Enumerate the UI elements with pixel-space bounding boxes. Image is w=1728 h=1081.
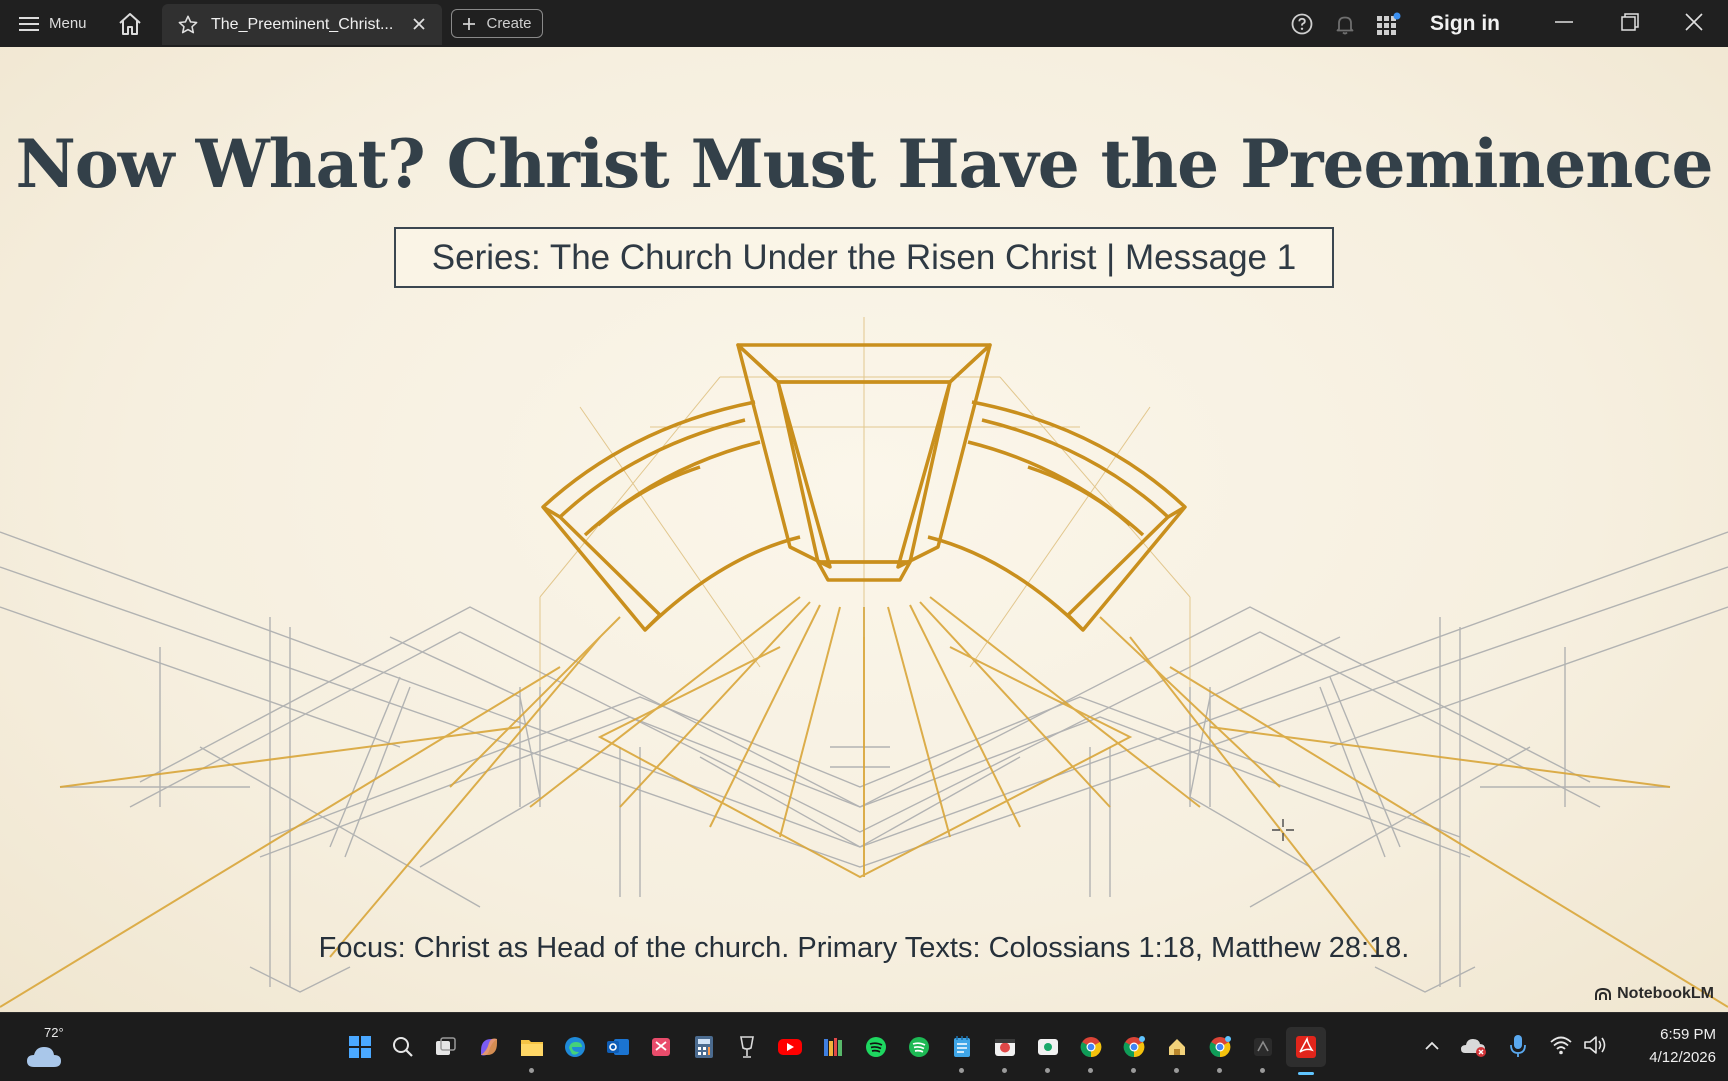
crosshair-cursor-icon: [1272, 819, 1294, 841]
folder-icon: [521, 1040, 543, 1056]
menu-label: Menu: [49, 15, 87, 32]
library-app[interactable]: [813, 1027, 853, 1067]
spotify-icon: [866, 1037, 886, 1057]
presentation-slide: Now What? Christ Must Have the Preeminen…: [0, 47, 1728, 1012]
create-button[interactable]: Create: [451, 9, 543, 38]
chrome-app[interactable]: [1071, 1027, 1111, 1073]
clock[interactable]: 6:59 PM 4/12/2026: [1610, 1023, 1716, 1069]
microphone-icon[interactable]: [1508, 1033, 1528, 1059]
files-app[interactable]: [1157, 1027, 1197, 1073]
calculator-app[interactable]: [684, 1027, 724, 1067]
brand-label: NotebookLM: [1617, 985, 1714, 1002]
chevron-up-icon[interactable]: [1421, 1035, 1443, 1057]
task-view[interactable]: [426, 1027, 466, 1067]
spotify-alt-app[interactable]: [899, 1027, 939, 1067]
running-indicator: [1045, 1068, 1050, 1073]
youtube-app[interactable]: [770, 1027, 810, 1067]
wifi-icon[interactable]: [1549, 1033, 1573, 1057]
chrome-alt-app[interactable]: [1200, 1027, 1240, 1073]
volume-icon[interactable]: [1582, 1033, 1608, 1057]
minimize-icon[interactable]: [1552, 10, 1576, 34]
title-bar: Menu The_Preeminent_Christ... Create Sig…: [0, 0, 1728, 47]
running-indicator: [1217, 1068, 1222, 1073]
windows-start-icon: [349, 1036, 371, 1058]
edge-icon: [565, 1037, 585, 1057]
cloud-icon: [27, 1047, 61, 1067]
notifications-button[interactable]: [1333, 0, 1357, 47]
dark-app[interactable]: [1243, 1027, 1283, 1073]
close-tab-icon[interactable]: [410, 15, 428, 33]
notebooklm-watermark: NotebookLM: [1594, 985, 1714, 1003]
notebooklm-logo-icon: [1595, 987, 1612, 1000]
star-icon[interactable]: [177, 14, 199, 36]
windows-taskbar: 72° 6:59 PM 4/12/2026: [0, 1012, 1728, 1081]
apps-grid-icon: [1377, 12, 1401, 35]
running-indicator: [959, 1068, 964, 1073]
running-indicator: [1002, 1068, 1007, 1073]
books-icon: [824, 1038, 842, 1056]
sign-in-button[interactable]: Sign in: [1430, 0, 1500, 47]
taskbar-search[interactable]: [383, 1027, 423, 1067]
house-app-icon: [1169, 1039, 1185, 1055]
bell-icon: [1336, 16, 1354, 34]
running-indicator: [1260, 1068, 1265, 1073]
weather-widget[interactable]: 72°: [22, 1025, 82, 1075]
notepad-icon: [954, 1036, 970, 1057]
create-label: Create: [486, 15, 532, 32]
glass-app[interactable]: [727, 1027, 767, 1067]
copilot-app[interactable]: [469, 1027, 509, 1067]
help-icon: [1291, 13, 1313, 34]
glass-icon: [740, 1036, 754, 1058]
document-tab[interactable]: The_Preeminent_Christ...: [162, 4, 442, 45]
menu-button[interactable]: Menu: [19, 7, 87, 41]
app-window-icon: [1038, 1039, 1058, 1055]
search-icon: [393, 1037, 413, 1057]
outlook-app[interactable]: [598, 1027, 638, 1067]
tab-title: The_Preeminent_Christ...: [211, 15, 394, 33]
restore-icon[interactable]: [1618, 10, 1642, 34]
running-indicator: [529, 1068, 534, 1073]
chrome-icon: [1080, 1037, 1102, 1058]
acrobat-app[interactable]: [1286, 1027, 1326, 1075]
notepad-app[interactable]: [942, 1027, 982, 1073]
file-explorer-app[interactable]: [512, 1027, 552, 1073]
camera-app[interactable]: [985, 1027, 1025, 1073]
slide-title: Now What? Christ Must Have the Preeminen…: [15, 125, 1713, 203]
help-button[interactable]: [1290, 0, 1314, 47]
music-app-icon: [909, 1037, 929, 1057]
chrome-profile-icon: [1123, 1036, 1145, 1058]
app-icon: [1254, 1038, 1272, 1056]
acrobat-icon: [1296, 1036, 1316, 1058]
outlook-icon: [607, 1039, 629, 1055]
clock-time: 6:59 PM: [1660, 1026, 1716, 1043]
running-indicator: [1131, 1068, 1136, 1073]
clock-date: 4/12/2026: [1649, 1049, 1716, 1066]
home-icon[interactable]: [117, 11, 143, 37]
hamburger-icon: [19, 16, 39, 31]
weather-temp: 72°: [44, 1025, 64, 1040]
copilot-icon: [481, 1038, 497, 1056]
terminal-app[interactable]: [1028, 1027, 1068, 1073]
spotify-app[interactable]: [856, 1027, 896, 1067]
chrome-alt-icon: [1209, 1036, 1231, 1058]
running-indicator: [1174, 1068, 1179, 1073]
chrome-profile-app[interactable]: [1114, 1027, 1154, 1073]
edge-app[interactable]: [555, 1027, 595, 1067]
camera-icon: [995, 1039, 1015, 1056]
onedrive-error-icon[interactable]: [1460, 1033, 1488, 1059]
youtube-icon: [778, 1039, 802, 1055]
snipping-icon: [652, 1038, 670, 1056]
active-indicator: [1298, 1072, 1314, 1075]
snipping-tool-app[interactable]: [641, 1027, 681, 1067]
apps-button[interactable]: [1376, 0, 1402, 47]
plus-icon: [463, 17, 476, 30]
calculator-icon: [695, 1036, 713, 1058]
slide-focus-text: Focus: Christ as Head of the church. Pri…: [318, 932, 1410, 964]
task-view-icon: [436, 1037, 456, 1055]
running-indicator: [1088, 1068, 1093, 1073]
start-button[interactable]: [340, 1027, 380, 1067]
close-window-icon[interactable]: [1682, 10, 1706, 34]
slide-subtitle: Series: The Church Under the Risen Chris…: [394, 227, 1334, 288]
